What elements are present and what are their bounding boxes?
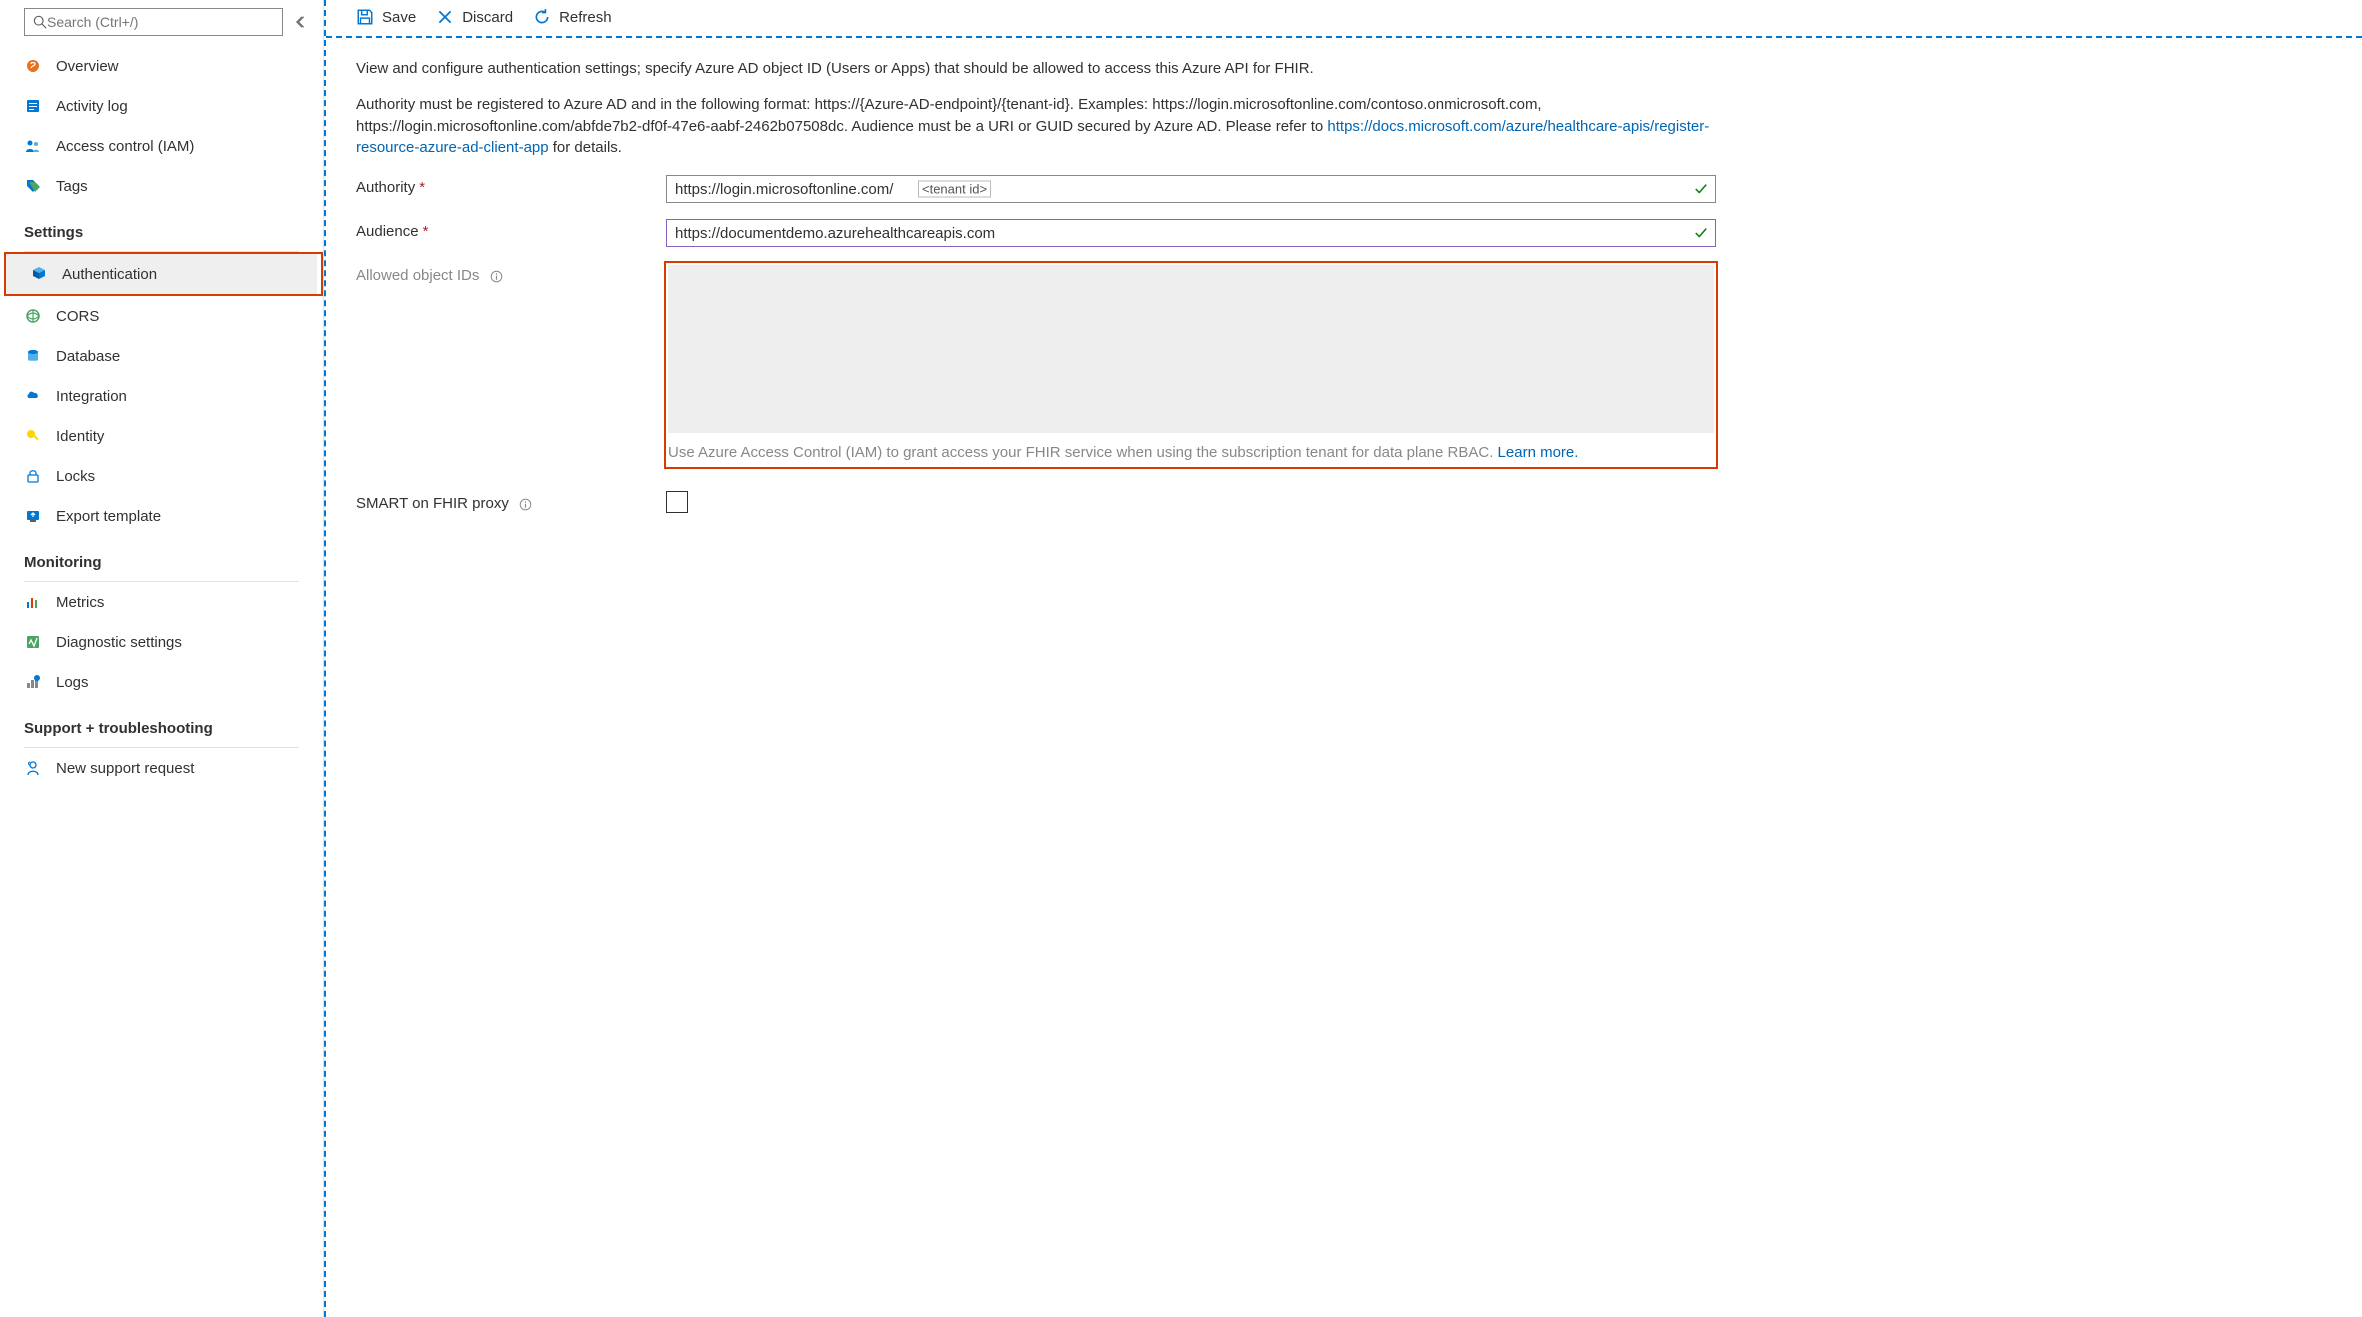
sidebar-item-label: Diagnostic settings [56, 634, 182, 651]
sidebar-item-label: Logs [56, 674, 89, 691]
smart-on-fhir-checkbox[interactable] [666, 491, 688, 513]
refresh-button[interactable]: Refresh [533, 8, 612, 26]
allowed-object-ids-textarea[interactable] [668, 265, 1714, 433]
allowed-object-ids-block: Use Azure Access Control (IAM) to grant … [664, 261, 1718, 469]
sidebar-item-integration[interactable]: Integration [0, 376, 323, 416]
sidebar: Overview Activity log Access control (IA… [0, 0, 324, 1317]
sidebar-group-support: Support + troubleshooting [0, 702, 323, 741]
sidebar-item-diagnostic-settings[interactable]: Diagnostic settings [0, 622, 323, 662]
sidebar-item-label: Metrics [56, 594, 104, 611]
sidebar-item-database[interactable]: Database [0, 336, 323, 376]
sidebar-item-label: Authentication [62, 266, 157, 283]
discard-label: Discard [462, 9, 513, 26]
sidebar-item-label: Activity log [56, 98, 128, 115]
diagnostic-icon [24, 634, 42, 650]
audience-label: Audience* [356, 219, 666, 240]
smart-on-fhir-label: SMART on FHIR proxy [356, 491, 666, 512]
sidebar-item-label: Database [56, 348, 120, 365]
learn-more-link[interactable]: Learn more. [1498, 444, 1579, 461]
search-box[interactable] [24, 8, 283, 36]
search-row [0, 8, 323, 46]
discard-icon [436, 8, 454, 26]
form-row-smart-on-fhir: SMART on FHIR proxy [356, 491, 1716, 513]
smart-label-text: SMART on FHIR proxy [356, 495, 509, 512]
info-icon[interactable] [519, 498, 532, 511]
content: View and configure authentication settin… [326, 38, 1746, 543]
sidebar-item-label: Tags [56, 178, 88, 195]
sidebar-item-new-support-request[interactable]: New support request [0, 748, 323, 788]
sidebar-group-settings: Settings [0, 206, 323, 245]
audience-input[interactable] [666, 219, 1716, 247]
form-row-audience: Audience* [356, 219, 1716, 247]
intro-paragraph-1: View and configure authentication settin… [356, 58, 1716, 80]
support-icon [24, 760, 42, 776]
locks-icon [24, 468, 42, 484]
sidebar-item-label: Overview [56, 58, 119, 75]
sidebar-item-tags[interactable]: Tags [0, 166, 323, 206]
export-template-icon [24, 508, 42, 524]
authority-input[interactable] [666, 175, 1716, 203]
audience-label-text: Audience [356, 223, 419, 240]
sidebar-item-identity[interactable]: Identity [0, 416, 323, 456]
metrics-icon [24, 594, 42, 610]
authority-label-text: Authority [356, 179, 415, 196]
refresh-icon [533, 8, 551, 26]
allowed-object-ids-help: Use Azure Access Control (IAM) to grant … [668, 442, 1714, 463]
save-label: Save [382, 9, 416, 26]
sidebar-item-label: Locks [56, 468, 95, 485]
discard-button[interactable]: Discard [436, 8, 513, 26]
cors-icon [24, 308, 42, 324]
save-button[interactable]: Save [356, 8, 416, 26]
sidebar-item-authentication[interactable]: Authentication [6, 254, 317, 294]
tags-icon [24, 178, 42, 194]
overview-icon [24, 58, 42, 74]
sidebar-item-logs[interactable]: Logs [0, 662, 323, 702]
search-icon [33, 15, 47, 29]
sidebar-item-label: Identity [56, 428, 104, 445]
sidebar-group-monitoring: Monitoring [0, 536, 323, 575]
allowed-object-ids-label: Allowed object IDs [356, 263, 666, 284]
sidebar-item-overview[interactable]: Overview [0, 46, 323, 86]
main-panel: Save Discard Refresh View and configure … [324, 0, 2362, 1317]
allowed-help-text: Use Azure Access Control (IAM) to grant … [668, 444, 1498, 461]
activity-log-icon [24, 98, 42, 114]
save-icon [356, 8, 374, 26]
sidebar-item-label: Integration [56, 388, 127, 405]
identity-icon [24, 428, 42, 444]
authority-control: <tenant id> [666, 175, 1716, 203]
integration-icon [24, 388, 42, 404]
intro-paragraph-2: Authority must be registered to Azure AD… [356, 94, 1716, 159]
allowed-label-text: Allowed object IDs [356, 267, 479, 284]
collapse-sidebar-button[interactable] [291, 11, 313, 33]
required-asterisk: * [423, 223, 429, 240]
form-row-allowed-object-ids: Allowed object IDs Use Azure Access Cont… [356, 263, 1716, 467]
info-icon[interactable] [490, 270, 503, 283]
sidebar-item-activity-log[interactable]: Activity log [0, 86, 323, 126]
intro-text-b: for details. [549, 139, 622, 156]
authority-label: Authority* [356, 175, 666, 196]
sidebar-item-label: Access control (IAM) [56, 138, 194, 155]
highlight-authentication: Authentication [4, 252, 323, 296]
sidebar-item-label: CORS [56, 308, 99, 325]
sidebar-item-cors[interactable]: CORS [0, 296, 323, 336]
database-icon [24, 348, 42, 364]
required-asterisk: * [419, 179, 425, 196]
sidebar-item-access-control[interactable]: Access control (IAM) [0, 126, 323, 166]
search-input[interactable] [47, 14, 274, 30]
form-row-authority: Authority* <tenant id> [356, 175, 1716, 203]
sidebar-item-locks[interactable]: Locks [0, 456, 323, 496]
authentication-icon [30, 266, 48, 282]
sidebar-item-metrics[interactable]: Metrics [0, 582, 323, 622]
audience-control [666, 219, 1716, 247]
logs-icon [24, 674, 42, 690]
access-control-icon [24, 138, 42, 154]
smart-on-fhir-control [666, 491, 1716, 513]
refresh-label: Refresh [559, 9, 612, 26]
sidebar-item-label: Export template [56, 508, 161, 525]
toolbar: Save Discard Refresh [326, 0, 2362, 38]
sidebar-item-label: New support request [56, 760, 194, 777]
sidebar-item-export-template[interactable]: Export template [0, 496, 323, 536]
